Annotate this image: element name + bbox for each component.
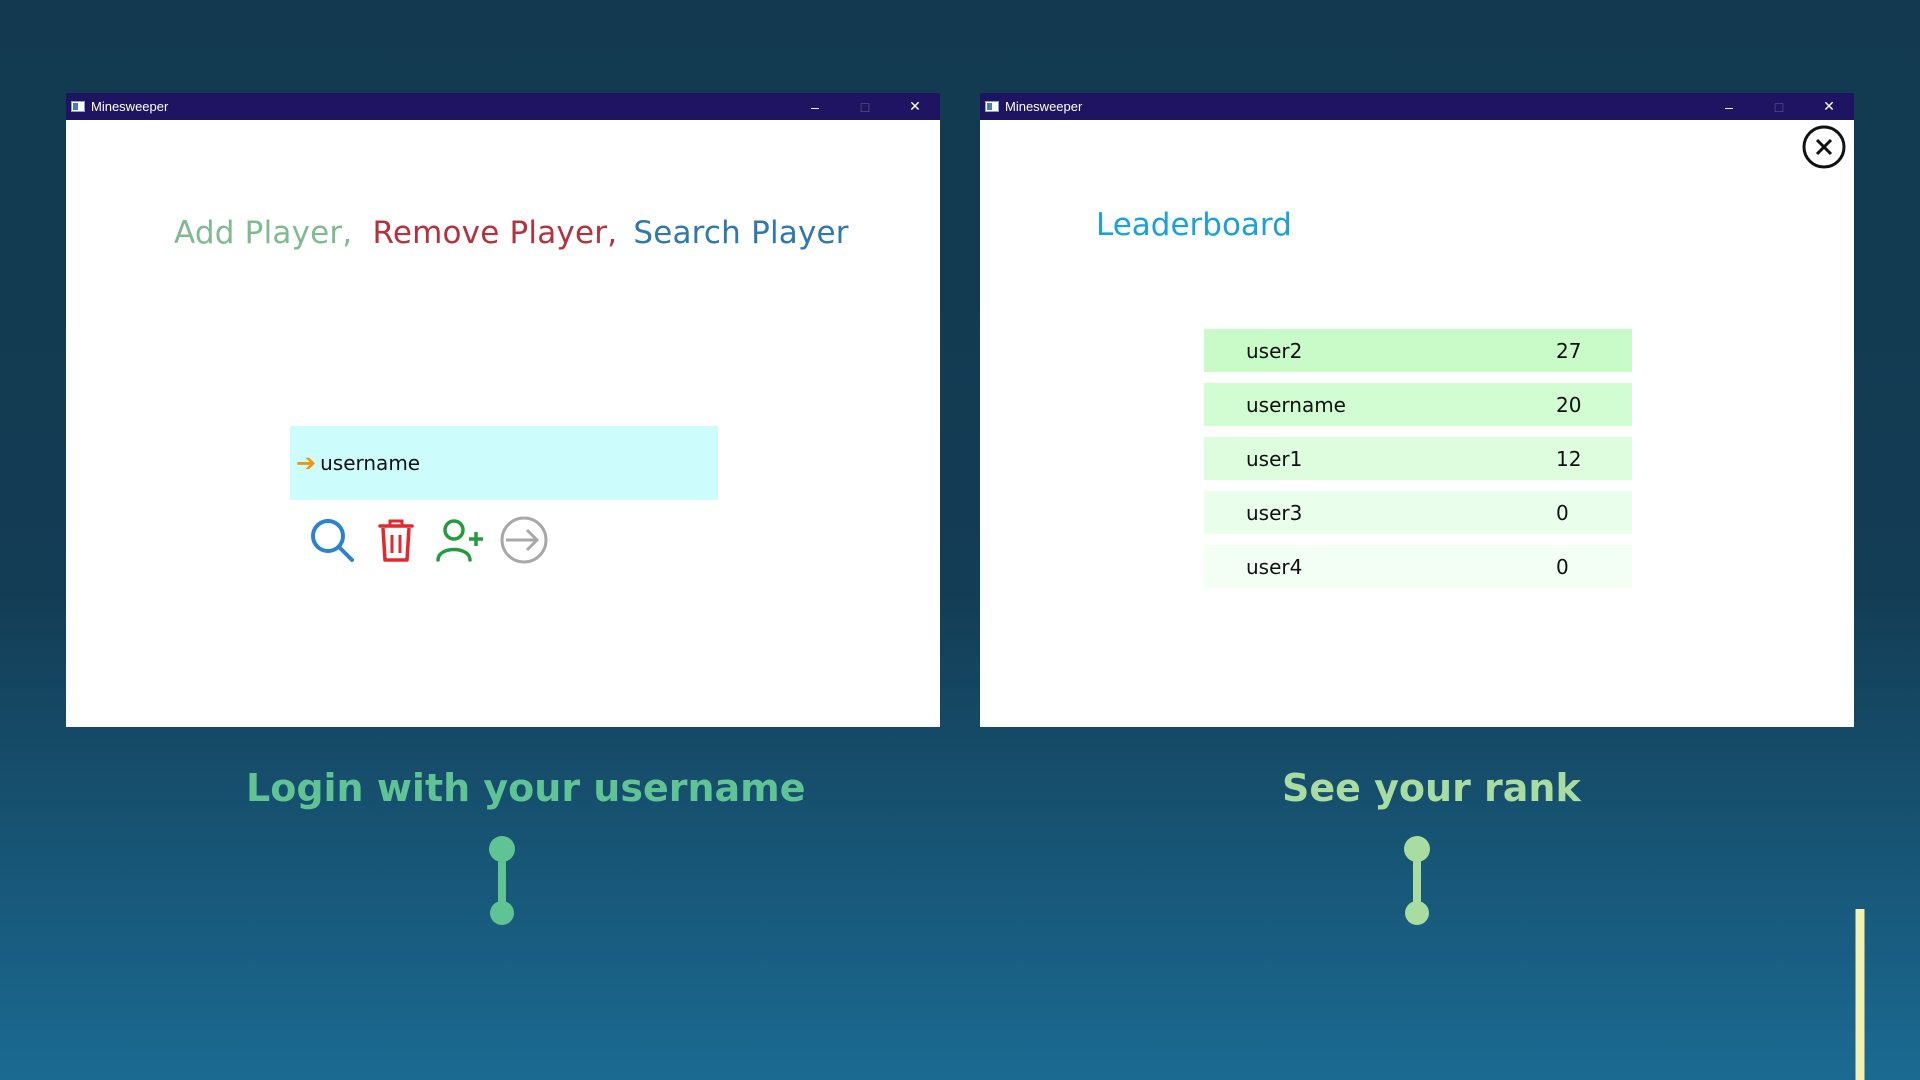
timeline-marker-login xyxy=(489,836,515,925)
timeline-marker-rank xyxy=(1404,836,1430,925)
timeline xyxy=(0,836,1866,1080)
